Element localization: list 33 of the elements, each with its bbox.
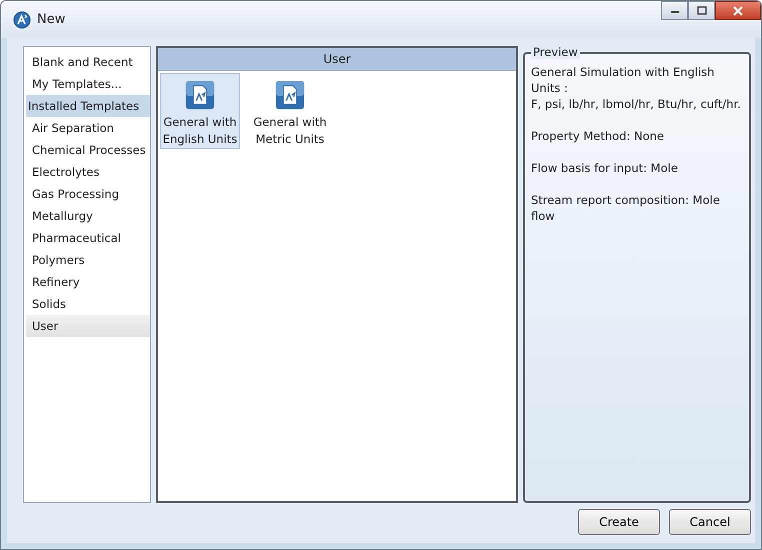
preview-text: Property Method: None bbox=[531, 128, 665, 144]
dialog-button[interactable]: Cancel bbox=[669, 509, 751, 535]
category-item[interactable]: Gas Processing bbox=[26, 183, 150, 205]
group-label: Preview bbox=[531, 45, 580, 59]
category-item[interactable]: Installed Templates bbox=[26, 95, 150, 117]
minimize-button[interactable] bbox=[661, 1, 688, 20]
panel-header: User bbox=[158, 48, 516, 71]
preview-text: F, psi, lb/hr, lbmol/hr, Btu/hr, cuft/hr. bbox=[531, 96, 742, 112]
category-item[interactable]: Air Separation bbox=[26, 117, 150, 139]
app-logo-icon bbox=[13, 10, 31, 28]
maximize-icon bbox=[696, 6, 706, 15]
category-item[interactable]: Metallurgy bbox=[26, 205, 150, 227]
category-item[interactable]: Polymers bbox=[26, 249, 150, 271]
category-item[interactable]: Blank and Recent bbox=[26, 51, 150, 73]
category-item[interactable]: Chemical Processes bbox=[26, 139, 150, 161]
preview-text: Stream report composition: Mole flow bbox=[531, 192, 721, 224]
window-title: New bbox=[37, 12, 66, 27]
category-item[interactable]: Solids bbox=[26, 293, 150, 315]
preview-text: Flow basis for input: Mole bbox=[531, 160, 679, 176]
category-item[interactable]: Pharmaceutical bbox=[26, 227, 150, 249]
preview-text: General Simulation with English Units : bbox=[531, 64, 716, 96]
document-icon bbox=[274, 80, 306, 110]
template-tile[interactable]: General with Metric Units bbox=[250, 73, 330, 149]
category-item[interactable]: User bbox=[26, 315, 150, 337]
close-icon bbox=[732, 6, 744, 16]
document-icon bbox=[184, 80, 216, 110]
category-item[interactable]: Refinery bbox=[26, 271, 150, 293]
category-item[interactable]: My Templates... bbox=[26, 73, 150, 95]
maximize-button[interactable] bbox=[688, 1, 715, 20]
dialog-button[interactable]: Create bbox=[578, 509, 660, 535]
category-item[interactable]: Electrolytes bbox=[26, 161, 150, 183]
template-tile[interactable]: General with English Units bbox=[160, 73, 240, 149]
close-button[interactable] bbox=[715, 1, 761, 20]
